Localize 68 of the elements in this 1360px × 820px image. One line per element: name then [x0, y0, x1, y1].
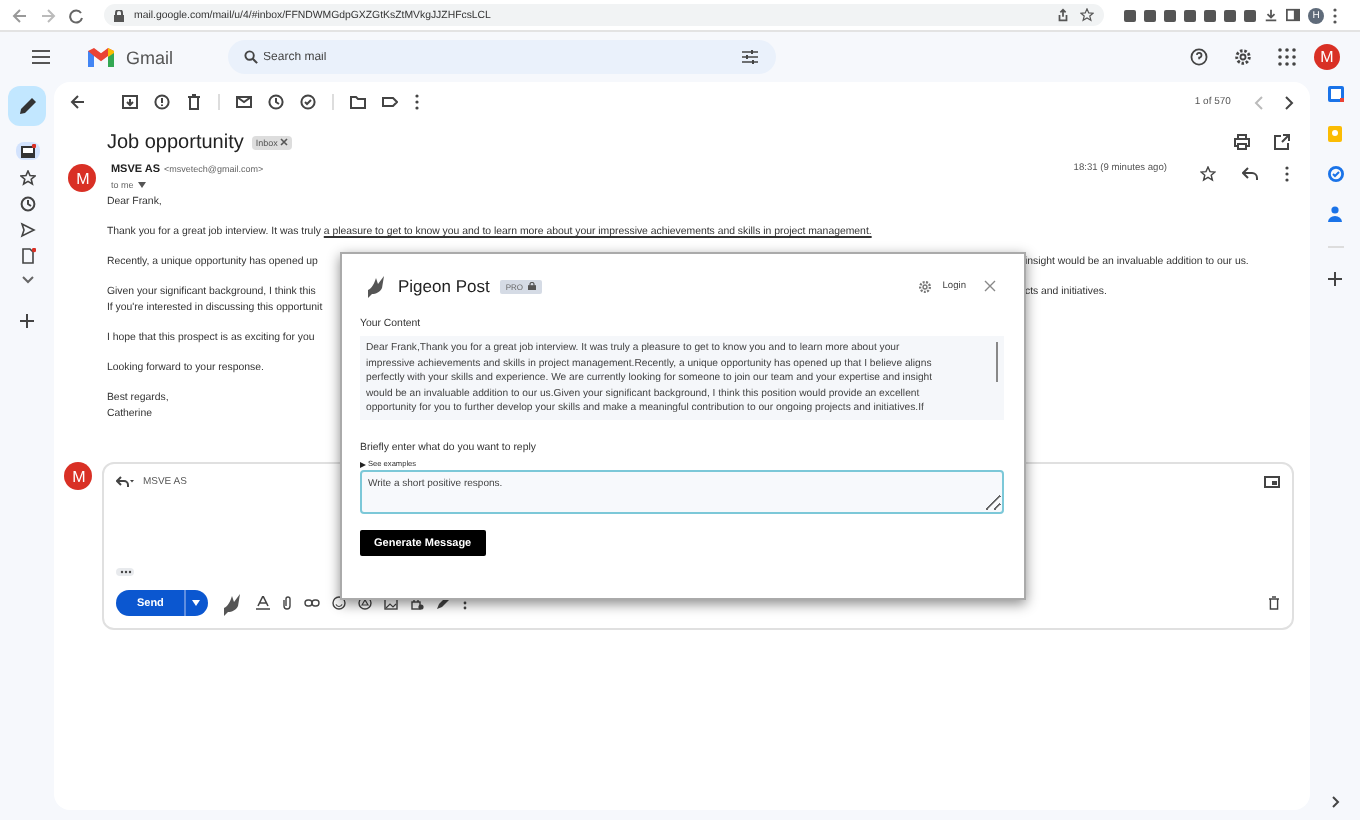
delete-icon[interactable] — [186, 94, 203, 110]
help-icon[interactable] — [1190, 48, 1208, 66]
filter-icon[interactable] — [741, 50, 758, 64]
more-icon[interactable] — [1332, 7, 1338, 23]
tasks-icon[interactable] — [1327, 166, 1344, 182]
download-icon[interactable] — [1264, 8, 1278, 22]
scrollbar[interactable] — [995, 342, 998, 382]
close-icon[interactable] — [279, 138, 288, 146]
more-icon[interactable] — [1284, 166, 1291, 182]
send-options-button[interactable] — [183, 590, 208, 616]
lock-icon — [527, 282, 536, 290]
emoji-icon[interactable] — [331, 596, 346, 610]
caret-icon — [192, 600, 201, 606]
account-avatar[interactable]: M — [1314, 44, 1340, 70]
link-icon[interactable] — [303, 598, 320, 608]
folder-icon[interactable] — [350, 94, 367, 110]
print-icon[interactable] — [1234, 134, 1251, 150]
inbox-icon[interactable] — [15, 142, 40, 160]
dialog-title: Pigeon Post — [398, 276, 490, 296]
expand-icon[interactable] — [21, 276, 34, 284]
expand-icon[interactable] — [1331, 796, 1340, 808]
lock-clock-icon[interactable] — [409, 596, 424, 610]
pencil-icon — [17, 96, 38, 116]
next-icon[interactable] — [1282, 95, 1295, 109]
calendar-icon[interactable] — [1327, 86, 1344, 102]
drive-icon[interactable] — [357, 596, 372, 610]
caret-icon — [137, 182, 146, 188]
clock-icon[interactable] — [15, 194, 40, 212]
search-icon[interactable] — [243, 50, 258, 64]
show-trimmed-button[interactable] — [116, 568, 135, 576]
reload-icon[interactable] — [68, 7, 84, 23]
reply-icon[interactable] — [1242, 166, 1259, 182]
settings-icon[interactable] — [918, 279, 933, 293]
sender-avatar: M — [64, 462, 93, 490]
more-icon[interactable] — [414, 94, 421, 110]
archive-icon[interactable] — [122, 94, 139, 110]
star-icon[interactable] — [15, 168, 40, 186]
label-icon[interactable] — [382, 94, 399, 110]
delete-icon[interactable] — [1268, 596, 1281, 610]
apps-icon[interactable] — [1278, 48, 1296, 66]
pop-out-icon[interactable] — [1264, 476, 1281, 488]
clock-icon[interactable] — [268, 94, 285, 110]
plus-icon[interactable] — [20, 314, 35, 328]
task-icon[interactable] — [300, 94, 317, 110]
text-format-icon[interactable] — [255, 596, 270, 610]
close-icon[interactable] — [984, 280, 996, 292]
share-icon[interactable] — [1056, 8, 1070, 22]
gmail-logo-icon — [88, 47, 114, 67]
contacts-icon[interactable] — [1328, 206, 1343, 222]
app-name: Gmail — [126, 47, 174, 67]
new-window-icon[interactable] — [1274, 134, 1291, 150]
star-icon[interactable] — [1080, 8, 1094, 22]
back-icon[interactable] — [70, 94, 87, 110]
plus-icon[interactable] — [1328, 272, 1343, 286]
settings-icon[interactable] — [1234, 48, 1252, 66]
menu-icon[interactable] — [32, 50, 50, 64]
send-icon[interactable] — [15, 220, 40, 238]
compose-button[interactable] — [8, 86, 47, 126]
report-icon[interactable] — [154, 94, 171, 110]
lock-icon — [114, 9, 124, 21]
reply-icon[interactable] — [116, 476, 135, 488]
content-text-area[interactable] — [360, 336, 1004, 420]
star-icon[interactable] — [1200, 166, 1217, 182]
attachment-icon[interactable] — [281, 596, 292, 610]
sender-avatar: M — [68, 164, 97, 192]
sidebar-icon[interactable] — [1286, 8, 1300, 22]
email-subject: Job opportunity — [106, 131, 244, 153]
mail-icon[interactable] — [236, 94, 253, 110]
